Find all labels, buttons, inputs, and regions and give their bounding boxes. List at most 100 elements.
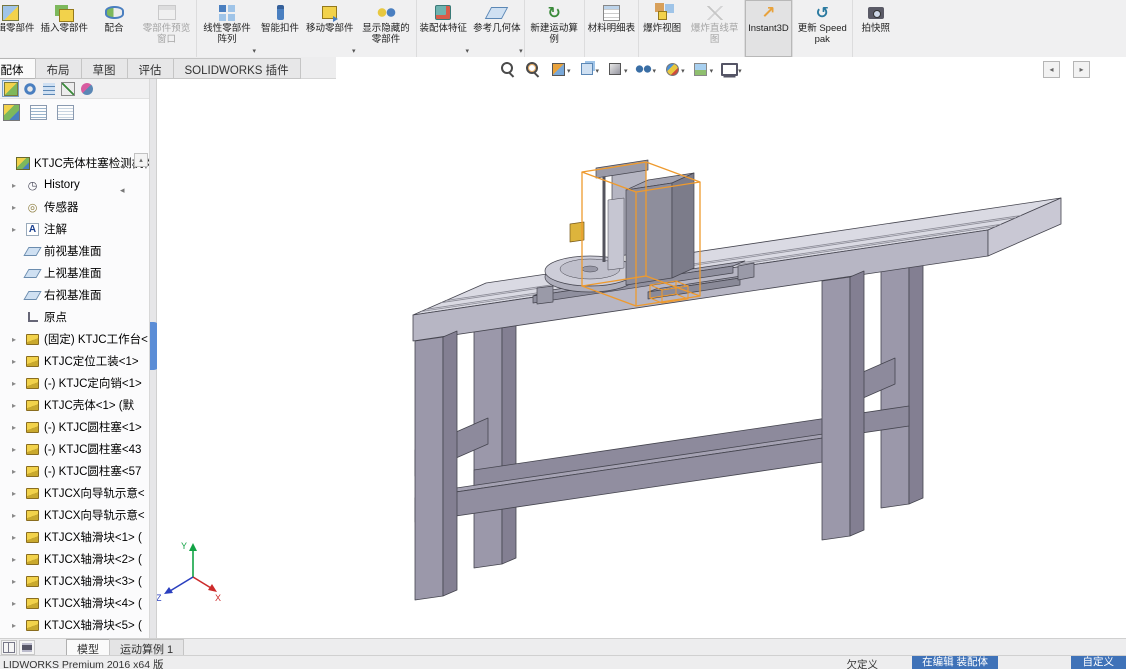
command-tab[interactable]: 装配体 — [0, 58, 36, 79]
model-workbench[interactable] — [413, 198, 1061, 600]
collapse-arrow-icon[interactable] — [120, 185, 125, 196]
tree-item[interactable]: (-) KTJC定向销<1> — [0, 372, 149, 394]
expand-arrow-icon[interactable] — [12, 621, 16, 630]
expand-arrow-icon[interactable] — [12, 577, 16, 586]
ribbon-button[interactable]: 更新 Speedpak — [793, 0, 853, 57]
view-tool-button[interactable] — [718, 59, 744, 79]
view-orientation-icon — [578, 61, 596, 78]
graphics-area[interactable]: Y X Z — [157, 79, 1126, 638]
edit-appearance-icon — [663, 61, 681, 78]
tree-item[interactable]: 前视基准面 — [0, 240, 149, 262]
tree-item[interactable]: KTJCX轴滑块<4> ( — [0, 592, 149, 614]
ribbon-button[interactable]: 零部件预览窗口 — [137, 0, 197, 57]
view-tool-button[interactable] — [576, 59, 602, 79]
tree-tool-button[interactable] — [3, 104, 20, 121]
tree-item[interactable]: KTJC壳体柱塞检测机构 — [0, 152, 149, 174]
tree-item[interactable]: (-) KTJC圆柱塞<57 — [0, 460, 149, 482]
collapse-pane-button[interactable] — [1043, 61, 1060, 78]
split-pane-button[interactable] — [1, 640, 17, 655]
tree-item[interactable]: KTJCX向导轨示意< — [0, 504, 149, 526]
manager-tabs-scroll-left-icon[interactable] — [120, 162, 124, 171]
expand-arrow-slot — [12, 379, 21, 388]
expand-arrow-icon[interactable] — [12, 555, 16, 564]
view-tool-button[interactable] — [633, 59, 659, 79]
view-tool-button[interactable] — [604, 59, 630, 79]
tree-item[interactable]: KTJC壳体<1> (默 — [0, 394, 149, 416]
tree-item[interactable]: 上视基准面 — [0, 262, 149, 284]
tree-tool-button[interactable] — [57, 105, 74, 120]
ribbon-button[interactable]: 移动零部件 — [303, 0, 357, 57]
command-tab[interactable]: 草图 — [81, 58, 128, 79]
tree-item[interactable]: KTJCX向导轨示意< — [0, 482, 149, 504]
expand-arrow-icon[interactable] — [12, 401, 16, 410]
panel-splitter[interactable] — [150, 79, 157, 638]
expand-arrow-icon[interactable] — [12, 489, 16, 498]
expand-arrow-icon[interactable] — [12, 357, 16, 366]
tree-item[interactable]: 右视基准面 — [0, 284, 149, 306]
ribbon-button[interactable]: 编辑零部件 — [0, 0, 38, 57]
ribbon-button[interactable]: 参考几何体 — [470, 0, 525, 57]
tree-item[interactable]: (-) KTJC圆柱塞<43 — [0, 438, 149, 460]
expand-arrow-icon[interactable] — [12, 533, 16, 542]
annotations-icon — [25, 222, 40, 236]
ribbon-button[interactable]: 配合 — [91, 0, 137, 57]
expand-arrow-icon[interactable] — [12, 181, 16, 190]
ribbon-button[interactable]: Instant3D — [745, 0, 793, 57]
manager-tab[interactable] — [2, 80, 19, 97]
tree-tool-button[interactable] — [30, 105, 47, 120]
view-tool-button[interactable] — [661, 59, 687, 79]
view-tool-button[interactable] — [547, 59, 573, 79]
expand-arrow-icon[interactable] — [12, 511, 16, 520]
manager-tab[interactable] — [59, 80, 76, 97]
tree-item[interactable]: (-) KTJC圆柱塞<1> — [0, 416, 149, 438]
expand-arrow-icon[interactable] — [12, 203, 16, 212]
ribbon-button[interactable]: 新建运动算例 — [525, 0, 585, 57]
manager-tab[interactable] — [40, 80, 57, 97]
ribbon-button[interactable]: 拍快照 — [853, 0, 899, 57]
manager-tab[interactable] — [21, 80, 38, 97]
study-tab[interactable]: 模型 — [66, 639, 110, 655]
tree-item[interactable]: 注解 — [0, 218, 149, 240]
split-pane-icon — [3, 642, 15, 653]
ribbon-button[interactable]: 线性零部件阵列 — [197, 0, 257, 57]
view-tool-button[interactable] — [497, 59, 519, 79]
tree-item[interactable]: KTJCX轴滑块<1> ( — [0, 526, 149, 548]
tree-item[interactable]: KTJCX轴滑块<3> ( — [0, 570, 149, 592]
view-tool-button[interactable] — [522, 59, 544, 79]
expand-arrow-icon[interactable] — [12, 225, 16, 234]
tree-item[interactable]: KTJCX轴滑块<5> ( — [0, 614, 149, 636]
tree-item[interactable]: 传感器 — [0, 196, 149, 218]
filmstrip-button[interactable] — [19, 640, 35, 655]
customize-button[interactable]: 自定义 — [1071, 656, 1126, 669]
manager-tab[interactable] — [78, 80, 95, 97]
command-tab[interactable]: SOLIDWORKS 插件 — [173, 58, 301, 79]
tree-item[interactable]: KTJCX轴滑块<2> ( — [0, 548, 149, 570]
view-tool-button[interactable] — [690, 59, 716, 79]
tree-item[interactable]: (固定) KTJC工作台< — [0, 328, 149, 350]
ribbon-button[interactable]: 智能扣件 — [257, 0, 303, 57]
ribbon-button[interactable]: 材料明细表 — [585, 0, 640, 57]
expand-arrow-icon[interactable] — [12, 379, 16, 388]
ribbon-button[interactable]: 装配体特征 — [417, 0, 471, 57]
model-mechanism[interactable] — [533, 160, 754, 304]
ribbon-button[interactable]: 显示隐藏的零部件 — [357, 0, 417, 57]
ribbon-button[interactable]: 爆炸直线草图 — [685, 0, 745, 57]
ribbon-button[interactable]: 插入零部件 — [38, 0, 92, 57]
expand-arrow-icon[interactable] — [12, 335, 16, 344]
ribbon-button[interactable]: 爆炸视图 — [639, 0, 685, 57]
study-tab[interactable]: 运动算例 1 — [109, 639, 184, 655]
tree-item[interactable]: History — [0, 174, 149, 196]
part-icon — [25, 530, 40, 544]
part-icon — [25, 508, 40, 522]
tree-item[interactable]: 原点 — [0, 306, 149, 328]
expand-arrow-icon[interactable] — [12, 423, 16, 432]
command-tab[interactable]: 评估 — [127, 58, 174, 79]
expand-arrow-icon[interactable] — [12, 599, 16, 608]
expand-arrow-icon[interactable] — [12, 467, 16, 476]
expand-arrow-icon[interactable] — [12, 445, 16, 454]
expand-pane-button[interactable] — [1073, 61, 1090, 78]
part-icon — [25, 332, 40, 346]
tree-item[interactable]: KTJC定位工装<1> — [0, 350, 149, 372]
tree-scroll-up-button[interactable] — [134, 153, 148, 167]
command-tab[interactable]: 布局 — [35, 58, 82, 79]
